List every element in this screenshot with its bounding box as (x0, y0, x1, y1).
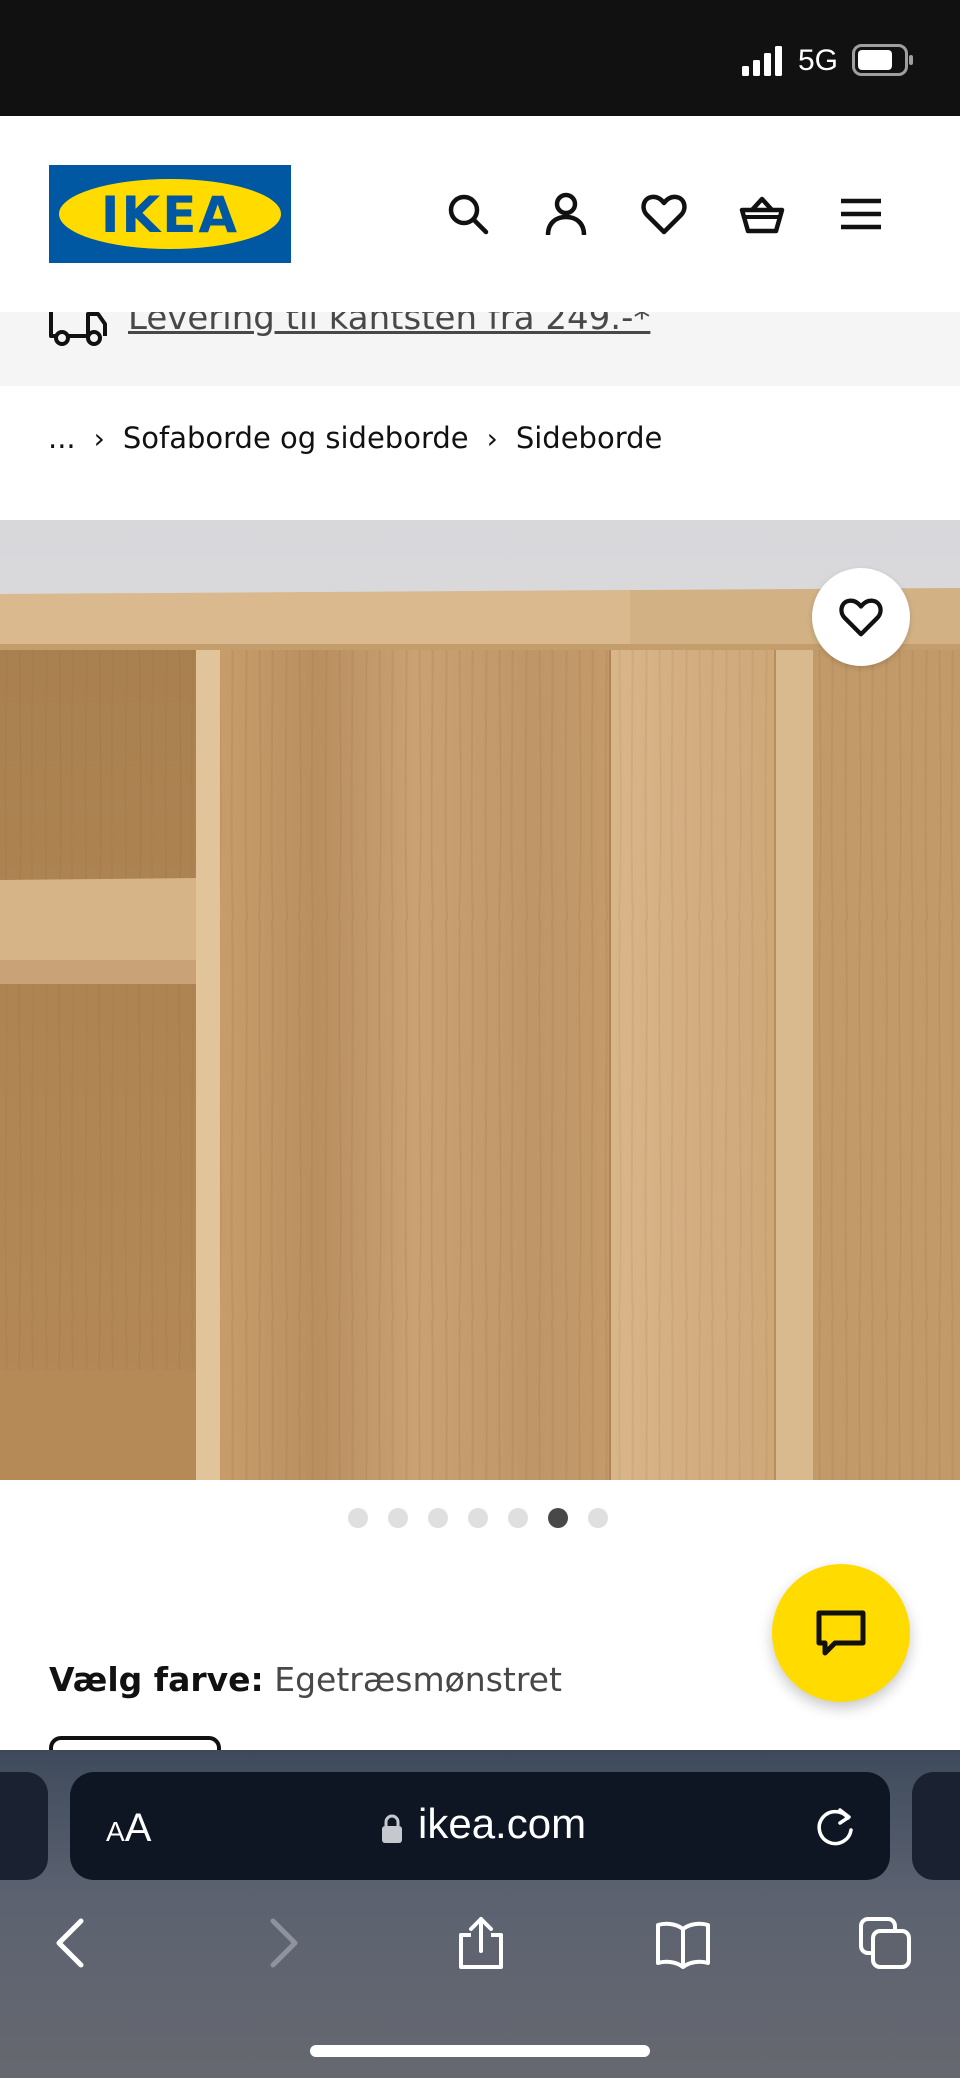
search-icon[interactable] (438, 184, 498, 244)
forward-button[interactable] (248, 1910, 314, 1976)
truck-icon (49, 312, 107, 346)
bookmarks-button[interactable] (650, 1910, 716, 1976)
share-button[interactable] (448, 1910, 514, 1976)
status-time: 08.28 (76, 40, 172, 81)
battery-icon (852, 44, 913, 76)
network-label: 5G (798, 44, 839, 77)
chevron-right-icon: › (93, 421, 105, 455)
gallery-dot[interactable] (508, 1508, 528, 1528)
delivery-banner: Levering til kantsten fra 249.-* (0, 312, 960, 386)
lock-icon (382, 1814, 402, 1843)
signal-icon (742, 46, 782, 76)
logo-text: IKEA (100, 186, 240, 244)
breadcrumb-ellipsis[interactable]: ... (48, 421, 76, 455)
delivery-link[interactable]: Levering til kantsten fra 249.-* (128, 312, 650, 338)
chevron-right-icon: › (486, 421, 498, 455)
chat-button[interactable] (772, 1564, 910, 1702)
reload-icon[interactable] (810, 1802, 860, 1852)
gallery-dot[interactable] (388, 1508, 408, 1528)
home-indicator (310, 2045, 650, 2057)
share-icon (459, 1917, 503, 1969)
heart-icon[interactable] (634, 184, 694, 244)
gallery-dot-active[interactable] (548, 1508, 568, 1528)
gallery-dot[interactable] (348, 1508, 368, 1528)
chevron-right-icon (270, 1918, 298, 1968)
book-icon (656, 1921, 710, 1969)
product-image[interactable] (0, 520, 960, 1480)
back-button[interactable] (40, 1910, 106, 1976)
header-bottom-edge (0, 306, 960, 312)
menu-icon[interactable] (831, 184, 891, 244)
ikea-logo[interactable]: IKEA (49, 165, 291, 263)
color-label: Vælg farve: (49, 1660, 264, 1699)
gallery-dot[interactable] (588, 1508, 608, 1528)
chevron-left-icon (56, 1918, 84, 1968)
gallery-dot[interactable] (468, 1508, 488, 1528)
breadcrumb-item-sideborde[interactable]: Sideborde (516, 421, 663, 455)
save-favourite-button[interactable] (812, 568, 910, 666)
tabs-icon (859, 1917, 911, 1969)
next-tab-peek[interactable] (912, 1772, 960, 1880)
gallery-dot[interactable] (428, 1508, 448, 1528)
breadcrumb-item-sofaborde[interactable]: Sofaborde og sideborde (123, 421, 469, 455)
url-text[interactable]: ikea.com (418, 1800, 586, 1848)
color-selection: Vælg farve: Egetræsmønstret (49, 1660, 562, 1699)
heart-icon (839, 598, 883, 637)
chat-icon (816, 1610, 866, 1656)
account-icon[interactable] (536, 184, 596, 244)
breadcrumb: ... › Sofaborde og sideborde › Sideborde (48, 418, 662, 458)
previous-tab-peek[interactable] (0, 1772, 48, 1880)
basket-icon[interactable] (732, 184, 792, 244)
color-value: Egetræsmønstret (274, 1660, 562, 1699)
tabs-button[interactable] (852, 1910, 918, 1976)
reader-text-size-button[interactable]: AA (106, 1806, 151, 1851)
gallery-pagination (348, 1508, 608, 1528)
